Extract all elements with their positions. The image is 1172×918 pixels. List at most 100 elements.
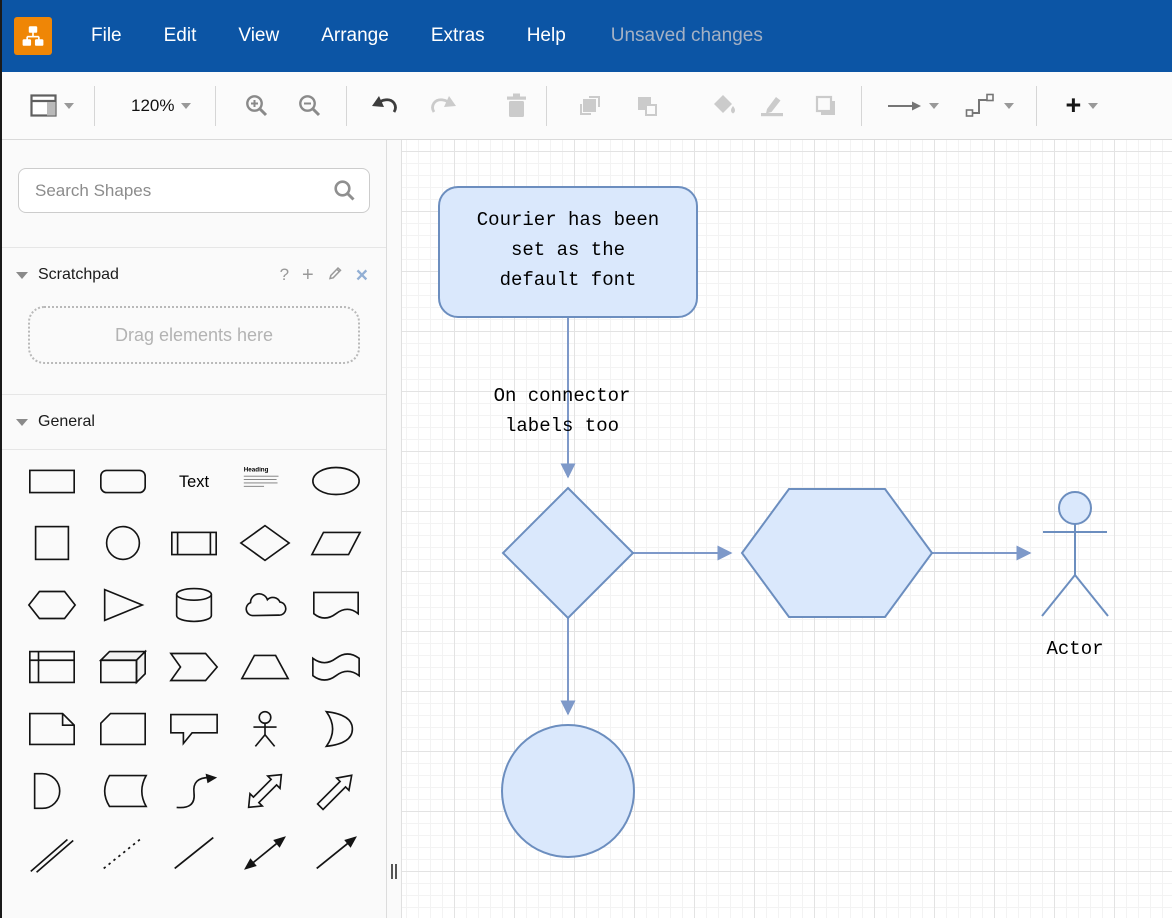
shape-cylinder[interactable] <box>165 584 223 625</box>
to-back-button[interactable] <box>634 93 659 118</box>
shape-hexagon[interactable] <box>23 584 81 625</box>
redo-button[interactable] <box>429 94 457 117</box>
and-icon <box>25 771 79 811</box>
shadow-button[interactable] <box>813 93 839 118</box>
shape-or[interactable] <box>307 708 365 749</box>
menu-extras[interactable]: Extras <box>410 25 506 47</box>
shape-callout[interactable] <box>165 708 223 749</box>
node-circle[interactable] <box>502 725 634 857</box>
general-section-header[interactable]: General <box>2 394 386 449</box>
node-actor[interactable] <box>1042 492 1108 616</box>
card-icon <box>96 709 150 749</box>
shape-trapezoid[interactable] <box>236 646 294 687</box>
note-icon <box>25 709 79 749</box>
menu-view[interactable]: View <box>217 25 300 47</box>
shapes-sidebar: Scratchpad ? + × Drag elements here Gene… <box>2 140 387 918</box>
actor-icon <box>238 709 292 749</box>
shape-arrow[interactable] <box>307 770 365 811</box>
text-shape-label: Text <box>179 472 209 490</box>
menu-edit[interactable]: Edit <box>143 25 218 47</box>
ellipse-icon <box>309 461 363 501</box>
shape-card[interactable] <box>94 708 152 749</box>
shape-diamond[interactable] <box>236 522 294 563</box>
shape-circle[interactable] <box>94 522 152 563</box>
chevron-down-icon <box>181 103 191 109</box>
waypoint-style-button[interactable] <box>965 93 1014 119</box>
menu-arrange[interactable]: Arrange <box>300 25 410 47</box>
curve-icon <box>167 771 221 811</box>
shape-text[interactable]: Text <box>165 460 223 501</box>
scratchpad-close-icon[interactable]: × <box>356 265 368 286</box>
node-diamond[interactable] <box>503 488 633 618</box>
chevron-down-icon <box>929 103 939 109</box>
shape-tape[interactable] <box>307 646 365 687</box>
diagram-canvas[interactable]: Courier has been set as the default font… <box>402 140 1172 918</box>
shape-bidirectional-arrow[interactable] <box>236 770 294 811</box>
shape-directional-connector[interactable] <box>307 832 365 873</box>
shape-triangle[interactable] <box>94 584 152 625</box>
search-icon[interactable] <box>333 179 356 207</box>
page-view-icon <box>30 94 57 117</box>
shape-dashed-line[interactable] <box>94 832 152 873</box>
scratchpad-header[interactable]: Scratchpad ? + × <box>2 247 386 302</box>
shape-process[interactable] <box>165 522 223 563</box>
shape-ellipse[interactable] <box>307 460 365 501</box>
edge-label-line: On connector <box>494 385 631 407</box>
zoom-in-button[interactable] <box>244 93 269 118</box>
sidebar-resizer[interactable] <box>387 140 402 918</box>
scratchpad-add-icon[interactable]: + <box>302 264 314 287</box>
triangle-icon <box>96 585 150 625</box>
diamond-icon <box>238 523 292 563</box>
shape-textbox[interactable]: Heading <box>236 460 294 501</box>
shape-cube[interactable] <box>94 646 152 687</box>
drawio-logo-icon[interactable] <box>14 17 52 55</box>
shape-actor[interactable] <box>236 708 294 749</box>
menu-file[interactable]: File <box>70 25 143 47</box>
shape-rectangle[interactable] <box>23 460 81 501</box>
node-hexagon[interactable] <box>742 489 932 617</box>
shape-bidirectional-connector[interactable] <box>236 832 294 873</box>
node-text-line: default font <box>500 269 637 291</box>
dashed-line-icon <box>96 833 150 873</box>
search-shapes-input[interactable] <box>18 168 370 213</box>
line-color-button[interactable] <box>759 93 785 118</box>
shape-rounded-rectangle[interactable] <box>94 460 152 501</box>
delete-button[interactable] <box>505 93 528 118</box>
shape-cloud[interactable] <box>236 584 294 625</box>
shape-note[interactable] <box>23 708 81 749</box>
undo-button[interactable] <box>371 94 399 117</box>
directional-connector-icon <box>309 833 363 873</box>
zoom-level-dropdown[interactable]: 120% <box>131 96 191 116</box>
shape-internal-storage[interactable] <box>23 646 81 687</box>
shape-line[interactable] <box>165 832 223 873</box>
node-rounded-rectangle[interactable]: Courier has been set as the default font <box>439 187 697 317</box>
unsaved-changes-status[interactable]: Unsaved changes <box>611 25 763 47</box>
resizer-handle-icon[interactable] <box>391 864 397 879</box>
fill-color-button[interactable] <box>711 93 737 118</box>
shape-data-storage[interactable] <box>94 770 152 811</box>
menu-help[interactable]: Help <box>506 25 587 47</box>
shape-parallelogram[interactable] <box>307 522 365 563</box>
link-icon <box>25 833 79 873</box>
connection-style-button[interactable] <box>886 95 939 117</box>
page-view-button[interactable] <box>30 94 74 117</box>
to-front-button[interactable] <box>577 93 602 118</box>
scratchpad-dropzone[interactable]: Drag elements here <box>28 306 360 364</box>
shape-link[interactable] <box>23 832 81 873</box>
shape-square[interactable] <box>23 522 81 563</box>
shape-curve[interactable] <box>165 770 223 811</box>
text-icon: Text <box>167 461 221 501</box>
scratchpad-edit-icon[interactable] <box>327 265 343 286</box>
process-icon <box>167 523 221 563</box>
cylinder-icon <box>167 585 221 625</box>
chevron-down-icon <box>1004 103 1014 109</box>
scratchpad-help-icon[interactable]: ? <box>280 265 289 285</box>
edge-label[interactable]: On connector labels too <box>494 385 631 437</box>
zoom-out-button[interactable] <box>297 93 322 118</box>
shape-document[interactable] <box>307 584 365 625</box>
insert-button[interactable]: + <box>1065 92 1098 119</box>
shape-and[interactable] <box>23 770 81 811</box>
line-icon <box>167 833 221 873</box>
shape-step[interactable] <box>165 646 223 687</box>
connection-arrow-icon <box>886 95 922 117</box>
